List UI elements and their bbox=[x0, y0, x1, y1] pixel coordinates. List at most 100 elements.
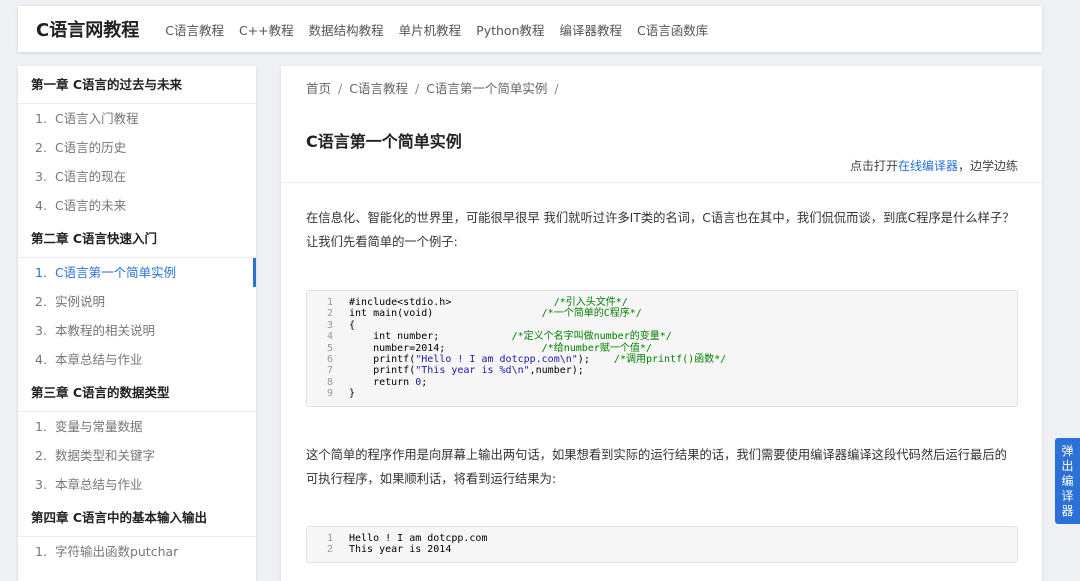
sidebar-lesson-item[interactable]: 1. C语言第一个简单实例 bbox=[18, 258, 256, 287]
line-number: 2 bbox=[326, 308, 333, 320]
lesson-number: 1. bbox=[35, 544, 47, 559]
button-char: 器 bbox=[1061, 503, 1074, 518]
lesson-number: 3. bbox=[35, 477, 47, 492]
lesson-number: 1. bbox=[35, 111, 47, 126]
sidebar-lesson-item[interactable]: 3. C语言的现在 bbox=[18, 162, 256, 191]
breadcrumb-link[interactable]: 首页 bbox=[306, 81, 331, 96]
lesson-label: C语言的历史 bbox=[54, 140, 127, 155]
lesson-label: 实例说明 bbox=[54, 294, 105, 309]
nav-link[interactable]: C++教程 bbox=[239, 23, 294, 38]
line-number: 6 bbox=[326, 354, 333, 366]
open-compiler-button[interactable]: 弹出编译器 bbox=[1055, 438, 1080, 524]
nav-link[interactable]: C语言函数库 bbox=[637, 23, 708, 38]
editor-note-suffix: ，边学边练 bbox=[957, 159, 1018, 173]
sidebar-lesson-item[interactable]: 1. 变量与常量数据 bbox=[18, 412, 256, 441]
explanation-paragraph: 这个简单的程序作用是向屏幕上输出两句话，如果想看到实际的运行结果的话，我们需要使… bbox=[306, 448, 1007, 486]
lesson-number: 3. bbox=[35, 323, 47, 338]
lesson-label: C语言的现在 bbox=[54, 169, 127, 184]
editor-note-prefix: 点击打开 bbox=[849, 159, 898, 173]
breadcrumb-link[interactable]: C语言教程 bbox=[349, 81, 408, 96]
code-text: int main(void) /*一个简单的C程序*/ bbox=[349, 308, 642, 320]
top-nav-bar: C语言网教程 C语言教程 C++教程 数据结构教程 单片机教程 Python教程 编译器教… bbox=[18, 6, 1042, 52]
code-line: 3{ bbox=[307, 320, 1017, 331]
page-title: C语言第一个简单实例 bbox=[306, 132, 462, 151]
code-line: 7 printf("This year is %d\n",number); bbox=[307, 365, 1017, 376]
code-block-output: 1 Hello ! I am dotcpp.com 2 This year is 20… bbox=[306, 526, 1018, 563]
line-number: 4 bbox=[326, 331, 333, 343]
lesson-label: 本章总结与作业 bbox=[54, 352, 143, 367]
breadcrumb-separator: / bbox=[414, 81, 420, 96]
code-line: 1 #include<stdio.h> /*引入头文件*/ bbox=[307, 297, 1017, 308]
chapter-sidebar: 第一章 C语言的过去与未来 1. C语言入门教程 2. C语言的历史 3. C语言的现在 4.… bbox=[18, 66, 256, 581]
sidebar-lesson-item[interactable]: 2. 实例说明 bbox=[18, 287, 256, 316]
lesson-label: 本章总结与作业 bbox=[54, 477, 143, 492]
lesson-number: 1. bbox=[35, 265, 47, 280]
button-char: 译 bbox=[1061, 488, 1074, 503]
lesson-number: 2. bbox=[35, 140, 47, 155]
button-char: 编 bbox=[1061, 473, 1074, 488]
code-text: printf("Hello ! I am dotcpp.com\n"); /*调… bbox=[349, 354, 727, 366]
lesson-label: C语言第一个简单实例 bbox=[54, 265, 177, 280]
line-number: 1 bbox=[326, 297, 333, 308]
lesson-number: 4. bbox=[35, 352, 47, 367]
sidebar-lesson-item[interactable]: 1. C语言入门教程 bbox=[18, 104, 256, 133]
code-line: 5 number=2014; /*给number赋一个值*/ bbox=[307, 343, 1017, 354]
nav-link[interactable]: 数据结构教程 bbox=[309, 23, 384, 38]
code-line: 6 printf("Hello ! I am dotcpp.com\n"); /… bbox=[307, 354, 1017, 365]
code-line: 8 return 0; bbox=[307, 377, 1017, 388]
lesson-label: C语言入门教程 bbox=[54, 111, 139, 126]
code-line: 2 int main(void) /*一个简单的C程序*/ bbox=[307, 308, 1017, 319]
button-char: 弹 bbox=[1061, 443, 1074, 458]
code-text: This year is 2014 bbox=[349, 544, 452, 556]
breadcrumb-separator: / bbox=[554, 81, 559, 96]
line-number: 2 bbox=[326, 544, 333, 556]
main-nav: C语言教程 C++教程 数据结构教程 单片机教程 Python教程 编译器教程 C语言函数库 bbox=[165, 20, 723, 39]
lesson-number: 3. bbox=[35, 169, 47, 184]
lesson-label: 字符输出函数putchar bbox=[54, 544, 179, 559]
sidebar-lesson-item[interactable]: 1. 字符输出函数putchar bbox=[18, 537, 256, 566]
sidebar-lesson-item[interactable]: 4. C语言的未来 bbox=[18, 191, 256, 220]
chapter-heading: 第三章 C语言的数据类型 bbox=[18, 374, 256, 412]
line-number: 9 bbox=[326, 388, 333, 400]
breadcrumb: 首页 / C语言教程 / C语言第一个简单实例 / bbox=[306, 78, 566, 97]
lesson-number: 1. bbox=[35, 419, 47, 434]
lesson-label: C语言的未来 bbox=[54, 198, 127, 213]
article-panel: 首页 / C语言教程 / C语言第一个简单实例 / C语言第一个简单实例 点击打开在线编译… bbox=[281, 66, 1042, 581]
code-text: number=2014; /*给number赋一个值*/ bbox=[349, 342, 652, 354]
line-number: 7 bbox=[326, 365, 333, 377]
code-text: Hello ! I am dotcpp.com bbox=[349, 533, 488, 544]
chapter-heading: 第一章 C语言的过去与未来 bbox=[18, 66, 256, 104]
code-line: 4 int number; /*定义个名字叫做number的变量*/ bbox=[307, 331, 1017, 342]
code-line: 9} bbox=[307, 388, 1017, 399]
nav-link[interactable]: C语言教程 bbox=[165, 23, 224, 38]
lesson-number: 2. bbox=[35, 294, 47, 309]
button-char: 出 bbox=[1061, 458, 1074, 473]
code-line: 1 Hello ! I am dotcpp.com bbox=[307, 533, 1017, 544]
code-block-source: 1 #include<stdio.h> /*引入头文件*/ 2 int main(vo… bbox=[306, 290, 1018, 407]
line-number: 8 bbox=[326, 376, 333, 388]
lesson-label: 本教程的相关说明 bbox=[54, 323, 155, 338]
code-text: { bbox=[349, 319, 356, 331]
nav-link[interactable]: 单片机教程 bbox=[399, 23, 462, 38]
code-text: printf("This year is %d\n",number); bbox=[349, 365, 584, 377]
code-text: int number; /*定义个名字叫做number的变量*/ bbox=[349, 331, 672, 343]
online-editor-link[interactable]: 在线编译器 bbox=[898, 159, 958, 173]
lesson-label: 数据类型和关键字 bbox=[54, 448, 155, 463]
code-text: #include<stdio.h> /*引入头文件*/ bbox=[349, 297, 628, 308]
sidebar-lesson-item[interactable]: 4. 本章总结与作业 bbox=[18, 345, 256, 374]
online-editor-note: 点击打开在线编译器，边学边练 bbox=[850, 157, 1018, 174]
nav-link[interactable]: 编译器教程 bbox=[560, 23, 623, 38]
lesson-number: 4. bbox=[35, 198, 47, 213]
line-number: 5 bbox=[326, 342, 333, 354]
code-text: } bbox=[349, 388, 356, 400]
sidebar-lesson-item[interactable]: 3. 本章总结与作业 bbox=[18, 470, 256, 499]
line-number: 1 bbox=[326, 533, 333, 544]
sidebar-lesson-item[interactable]: 2. 数据类型和关键字 bbox=[18, 441, 256, 470]
breadcrumb-link[interactable]: C语言第一个简单实例 bbox=[426, 81, 547, 96]
sidebar-lesson-item[interactable]: 3. 本教程的相关说明 bbox=[18, 316, 256, 345]
site-logo[interactable]: C语言网教程 bbox=[36, 16, 139, 42]
sidebar-lesson-item[interactable]: 2. C语言的历史 bbox=[18, 133, 256, 162]
nav-link[interactable]: Python教程 bbox=[476, 23, 544, 38]
chapter-heading: 第四章 C语言中的基本输入输出 bbox=[18, 499, 256, 537]
title-divider bbox=[281, 182, 1042, 183]
